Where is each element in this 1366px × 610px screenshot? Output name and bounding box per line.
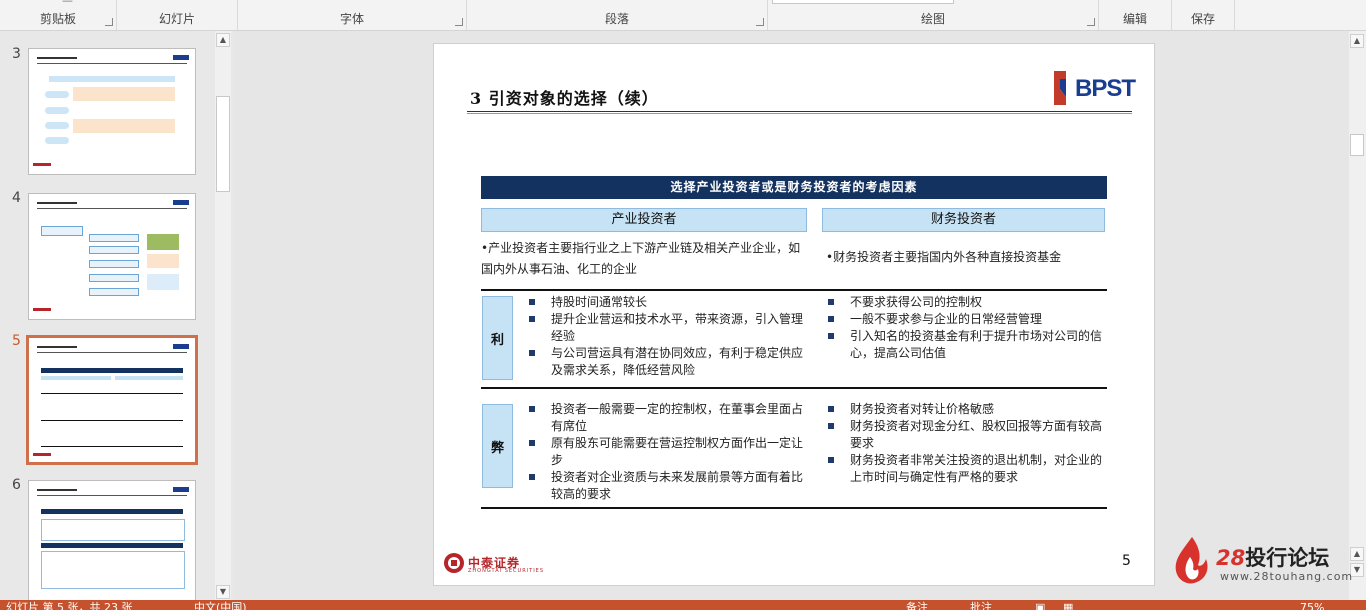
status-bar: 幻灯片 第 5 张，共 23 张 中文(中国) 备注 批注 ▣ ▦ 75%: [0, 600, 1366, 610]
row-label-cons[interactable]: 弊: [482, 404, 513, 488]
ribbon-group-drawing: 绘图: [768, 0, 1099, 30]
ribbon-group-label: 段落: [604, 12, 629, 26]
list-item: 投资者一般需要一定的控制权，在董事会里面占有席位: [527, 401, 809, 435]
ribbon-group-label: 字体: [339, 12, 364, 26]
slide-thumbnail-4[interactable]: [28, 193, 196, 320]
thumbnail-scrollbar[interactable]: ▲ ▼: [215, 31, 231, 600]
ribbon-group-label: 剪贴板: [39, 12, 76, 26]
dialog-launcher-icon[interactable]: [105, 18, 113, 26]
watermark: 28投行论坛 www.28touhang.com: [1172, 535, 1352, 585]
title-divider-thin: [467, 113, 1132, 114]
ribbon-group-label: 保存: [1190, 12, 1215, 26]
ribbon-group-label: 绘图: [920, 12, 945, 26]
row-divider: [481, 289, 1107, 291]
thumbnail-number: 4: [12, 190, 21, 206]
row-divider: [481, 507, 1107, 509]
list-item: 财务投资者对转让价格敏感: [826, 401, 1106, 418]
previous-slide-icon[interactable]: ▲: [1350, 547, 1364, 561]
ribbon-group-editing: 编辑: [1099, 0, 1172, 30]
ribbon-group-slides: 幻灯片: [117, 0, 238, 30]
ribbon-group-label: 编辑: [1122, 12, 1147, 26]
clipboard-residual: —: [62, 0, 73, 7]
scroll-thumb[interactable]: [216, 96, 230, 192]
thumbnail-number: 6: [12, 477, 21, 493]
dialog-launcher-icon[interactable]: [1087, 18, 1095, 26]
thumbnail-number: 3: [12, 46, 21, 62]
flame-logo-icon: [1175, 537, 1208, 584]
ribbon-group-paragraph: 段落: [467, 0, 768, 30]
slide-thumbnail-pane: 3 4 5 6 ▲ ▼: [0, 31, 233, 602]
cons-industrial-list[interactable]: 投资者一般需要一定的控制权，在董事会里面占有席位 原有股东可能需要在营运控制权方…: [527, 401, 809, 503]
editor-scrollbar[interactable]: ▲ ▲ ▼: [1349, 31, 1366, 600]
normal-view-icon[interactable]: ▣: [1035, 602, 1045, 610]
column-header-industrial[interactable]: 产业投资者: [481, 208, 807, 232]
zoom-level[interactable]: 75%: [1300, 602, 1324, 610]
watermark-title: 28投行论坛: [1216, 546, 1330, 570]
row-label-pros[interactable]: 利: [482, 296, 513, 380]
list-item: 持股时间通常较长: [527, 294, 809, 311]
slide-thumbnail-6[interactable]: [28, 480, 196, 602]
scroll-up-icon[interactable]: ▲: [216, 33, 230, 47]
bpst-logo-text: BPST: [1075, 75, 1136, 102]
list-item: 一般不要求参与企业的日常经营管理: [826, 311, 1106, 328]
scroll-down-icon[interactable]: ▼: [216, 585, 230, 599]
intro-financial[interactable]: •财务投资者主要指国内外各种直接投资基金: [826, 247, 1104, 268]
status-language[interactable]: 中文(中国): [194, 602, 247, 610]
intro-industrial[interactable]: •产业投资者主要指行业之上下游产业链及相关产业企业，如国内外从事石油、化工的企业: [481, 238, 807, 280]
slide-title[interactable]: 3 引资对象的选择（续）: [470, 85, 659, 109]
row-divider: [481, 387, 1107, 389]
zhongtai-logo-icon: [444, 553, 464, 573]
list-item: 不要求获得公司的控制权: [826, 294, 1106, 311]
scroll-up-icon[interactable]: ▲: [1350, 34, 1364, 48]
list-item: 与公司营运具有潜在协同效应，有利于稳定供应及需求关系，降低经营风险: [527, 345, 809, 379]
dialog-launcher-icon[interactable]: [756, 18, 764, 26]
list-item: 提升企业营运和技术水平，带来资源，引入管理经验: [527, 311, 809, 345]
dialog-launcher-icon[interactable]: [455, 18, 463, 26]
ribbon-group-font: 字体: [238, 0, 467, 30]
slide-thumbnail-3[interactable]: [28, 48, 196, 175]
cons-financial-list[interactable]: 财务投资者对转让价格敏感 财务投资者对现金分红、股权回报等方面有较高要求 财务投…: [826, 401, 1106, 486]
list-item: 财务投资者非常关注投资的退出机制，对企业的上市时间与确定性有严格的要求: [826, 452, 1106, 486]
slide-sorter-icon[interactable]: ▦: [1063, 602, 1073, 610]
notes-button[interactable]: 备注: [906, 602, 928, 610]
pros-industrial-list[interactable]: 持股时间通常较长 提升企业营运和技术水平，带来资源，引入管理经验 与公司营运具有…: [527, 294, 809, 379]
column-header-financial[interactable]: 财务投资者: [822, 208, 1105, 232]
comments-button[interactable]: 批注: [970, 602, 992, 610]
ribbon-group-clipboard: — 剪贴板: [0, 0, 117, 30]
ribbon: — 剪贴板 幻灯片 字体 段落 绘图 编辑 保存: [0, 0, 1366, 31]
ribbon-group-save: 保存: [1172, 0, 1235, 30]
title-divider: [467, 111, 1132, 112]
list-item: 原有股东可能需要在营运控制权方面作出一定让步: [527, 435, 809, 469]
list-item: 财务投资者对现金分红、股权回报等方面有较高要求: [826, 418, 1106, 452]
list-item: 引入知名的投资基金有利于提升市场对公司的信心，提高公司估值: [826, 328, 1106, 362]
footer-company-name-en: ZHONGTAI SECURITIES: [468, 568, 545, 574]
table-header[interactable]: 选择产业投资者或是财务投资者的考虑因素: [481, 176, 1107, 199]
scroll-thumb[interactable]: [1350, 134, 1364, 156]
slide-thumbnail-5[interactable]: [26, 335, 198, 465]
thumbnail-number: 5: [12, 333, 21, 349]
slide-page-number: 5: [1122, 553, 1131, 569]
status-slide-info: 幻灯片 第 5 张，共 23 张: [6, 601, 133, 610]
watermark-url: www.28touhang.com: [1220, 570, 1354, 583]
ribbon-group-label: 幻灯片: [158, 12, 195, 26]
bpst-logo-icon: [1054, 71, 1066, 105]
list-item: 投资者对企业资质与未来发展前景等方面有着比较高的要求: [527, 469, 809, 503]
drawing-shape-gallery[interactable]: [772, 0, 954, 4]
pros-financial-list[interactable]: 不要求获得公司的控制权 一般不要求参与企业的日常经营管理 引入知名的投资基金有利…: [826, 294, 1106, 362]
slide-canvas[interactable]: 3 引资对象的选择（续） BPST 选择产业投资者或是财务投资者的考虑因素 产业…: [433, 43, 1155, 586]
